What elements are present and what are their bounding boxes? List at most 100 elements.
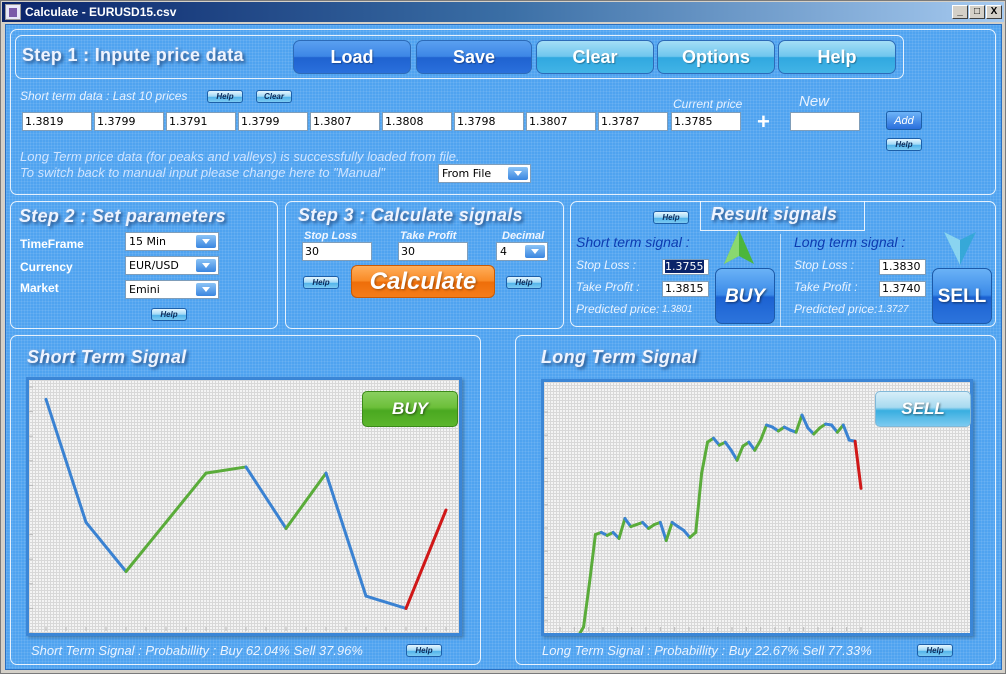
- short-take-profit-value[interactable]: 1.3815: [662, 281, 709, 297]
- buy-button[interactable]: BUY: [715, 268, 775, 324]
- short-term-label: Short term data : Last 10 prices: [20, 89, 188, 103]
- result-help-button[interactable]: Help: [653, 211, 689, 224]
- take-profit-input[interactable]: 30: [398, 242, 468, 261]
- rising-segment: [124, 520, 168, 573]
- help-button[interactable]: Help: [778, 40, 896, 74]
- rising-segment: [753, 438, 763, 452]
- falling-segment: [244, 465, 288, 530]
- timeframe-label: TimeFrame: [20, 237, 84, 251]
- long-take-profit-value[interactable]: 1.3740: [879, 281, 926, 297]
- maximize-button[interactable]: □: [969, 5, 985, 19]
- add-button[interactable]: Add: [886, 111, 922, 130]
- options-button[interactable]: Options: [657, 40, 775, 74]
- short-probability-prefix: Short Term Signal : Probabillity :: [31, 643, 217, 658]
- save-button[interactable]: Save: [416, 40, 532, 74]
- short-term-buy-badge: BUY: [362, 391, 458, 427]
- result-divider: [780, 234, 781, 327]
- chevron-down-icon: [196, 235, 216, 248]
- price-input[interactable]: 1.3798: [454, 112, 524, 131]
- currency-value: EUR/USD: [129, 259, 179, 272]
- short-stop-loss-label: Stop Loss :: [576, 258, 637, 272]
- falling-segment: [44, 397, 88, 524]
- long-probability-values: Buy 22.67% Sell 77.33%: [728, 643, 872, 658]
- falling-segment: [800, 413, 810, 430]
- short-stop-loss-value[interactable]: 1.3755: [662, 259, 709, 275]
- step3-help-right-button[interactable]: Help: [506, 276, 542, 289]
- long-stop-loss-value[interactable]: 1.3830: [879, 259, 926, 275]
- falling-segment: [841, 423, 851, 442]
- timeframe-select[interactable]: 15 Min: [125, 232, 219, 251]
- chevron-down-icon: [525, 245, 545, 258]
- window-title: Calculate - EURUSD15.csv: [25, 5, 177, 19]
- minimize-button[interactable]: _: [952, 5, 968, 19]
- calculate-button[interactable]: Calculate: [351, 265, 495, 298]
- step1-title: Step 1 : Inpute price data: [22, 45, 244, 65]
- short-term-help-button[interactable]: Help: [406, 644, 442, 657]
- down-arrow-icon: [944, 232, 976, 265]
- long-take-profit-label: Take Profit :: [794, 280, 858, 294]
- long-stop-loss-label: Stop Loss :: [794, 258, 855, 272]
- step2-title: Step 2 : Set parameters: [19, 206, 226, 226]
- step2-help-button[interactable]: Help: [151, 308, 187, 321]
- decimal-select[interactable]: 4: [496, 242, 548, 261]
- short-probability-values: Buy 62.04% Sell 37.96%: [219, 643, 363, 658]
- falling-segment: [84, 520, 128, 573]
- price-input[interactable]: 1.3791: [166, 112, 236, 131]
- rising-segment: [164, 471, 208, 524]
- falling-segment: [364, 594, 408, 610]
- price-input[interactable]: 1.3799: [94, 112, 164, 131]
- falling-segment: [623, 516, 633, 529]
- short-predicted-value: 1.3801: [662, 304, 693, 315]
- stop-loss-input[interactable]: 30: [302, 242, 372, 261]
- new-label: New: [799, 93, 830, 110]
- short-term-title: Short Term Signal: [27, 347, 187, 367]
- rising-segment: [664, 520, 674, 543]
- falling-segment: [723, 440, 733, 452]
- clear-all-button[interactable]: Clear: [536, 40, 654, 74]
- forecast-segment: [853, 439, 863, 490]
- currency-select[interactable]: EUR/USD: [125, 256, 219, 275]
- long-term-message: Long Term price data (for peaks and vall…: [20, 149, 460, 164]
- long-probability-prefix: Long Term Signal : Probabillity :: [542, 643, 726, 658]
- long-term-chart: SELL: [541, 379, 973, 636]
- plus-icon: +: [757, 109, 770, 134]
- rising-segment: [588, 532, 597, 585]
- price-input[interactable]: 1.3807: [310, 112, 380, 131]
- short-stop-loss-text: 1.3755: [665, 260, 704, 273]
- app-icon: [5, 4, 21, 20]
- step3-help-left-button[interactable]: Help: [303, 276, 339, 289]
- long-predicted-label: Predicted price:: [794, 302, 878, 316]
- price-input[interactable]: 1.3807: [526, 112, 596, 131]
- current-price-input[interactable]: 1.3785: [671, 112, 741, 131]
- short-signal-heading: Short term signal :: [576, 234, 690, 250]
- long-term-help-button[interactable]: Help: [917, 644, 953, 657]
- chevron-down-icon: [508, 167, 528, 180]
- short-take-profit-label: Take Profit :: [576, 280, 640, 294]
- short-predicted-label: Predicted price:: [576, 302, 660, 316]
- rising-segment: [794, 413, 804, 434]
- long-signal-heading: Long term signal :: [794, 234, 906, 250]
- title-bar[interactable]: Calculate - EURUSD15.csv _ □ X: [2, 2, 1004, 22]
- data-source-value: From File: [442, 167, 492, 180]
- rising-segment: [735, 444, 745, 462]
- add-help-button[interactable]: Help: [886, 138, 922, 151]
- data-source-select[interactable]: From File: [438, 164, 531, 183]
- chevron-down-icon: [196, 283, 216, 296]
- long-probability-label: Long Term Signal : Probabillity : Buy 22…: [542, 643, 872, 658]
- short-term-clear-button[interactable]: Clear: [256, 90, 292, 103]
- price-input[interactable]: 1.3808: [382, 112, 452, 131]
- short-term-help-button[interactable]: Help: [207, 90, 243, 103]
- market-select[interactable]: Emini: [125, 280, 219, 299]
- rising-segment: [582, 581, 592, 629]
- rising-segment: [759, 423, 769, 442]
- price-input[interactable]: 1.3787: [598, 112, 668, 131]
- load-button[interactable]: Load: [293, 40, 411, 74]
- sell-button[interactable]: SELL: [932, 268, 992, 324]
- close-button[interactable]: X: [986, 5, 1002, 19]
- app-window: Calculate - EURUSD15.csv _ □ X Step 1 : …: [0, 0, 1006, 674]
- price-input[interactable]: 1.3819: [22, 112, 92, 131]
- new-price-input[interactable]: [790, 112, 860, 131]
- price-input[interactable]: 1.3799: [238, 112, 308, 131]
- result-title: Result signals: [711, 204, 838, 224]
- client-area: Step 1 : Inpute price data Load Save Cle…: [5, 24, 1002, 670]
